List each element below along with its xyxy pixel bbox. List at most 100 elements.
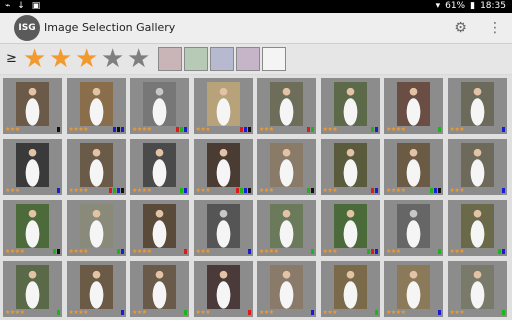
thumbnail-tile[interactable]: ★★★ — [320, 200, 380, 256]
thumbnail-rating: ★★★★ — [132, 126, 152, 133]
color-filter-none[interactable] — [262, 47, 286, 71]
rating-star-5[interactable]: ★ — [127, 46, 150, 72]
rating-star-2[interactable]: ★ — [49, 46, 72, 72]
thumbnail-color-tags — [247, 310, 251, 315]
thumbnail-rating: ★★★ — [195, 126, 211, 133]
thumbnail-grid: ★★★ ★★★★ ★★★★ ★★★ ★★★ ★★★ ★★★★ ★★★ ★★★ ★★★★ ★★★★ ★★… — [0, 75, 512, 320]
thumbnail-tile[interactable]: ★★★★ — [384, 261, 443, 317]
thumbnail-image — [16, 204, 49, 248]
thumbnail-image — [206, 265, 240, 309]
color-filter-purple[interactable] — [236, 47, 260, 71]
color-tag — [108, 188, 112, 193]
thumbnail-rating: ★★★★ — [132, 248, 152, 255]
thumbnail-tile[interactable]: ★★★★ — [3, 261, 62, 317]
thumbnail-rating: ★★★ — [322, 126, 338, 133]
thumbnail-color-tags — [53, 249, 60, 254]
rating-star-4[interactable]: ★ — [101, 46, 124, 72]
thumbnail-tile[interactable]: ★★★★ — [66, 78, 126, 134]
thumbnail-color-tags — [307, 188, 314, 193]
thumbnail-tile[interactable]: ★★★★ — [384, 78, 443, 134]
thumbnail-tile[interactable]: ★★★ — [257, 139, 316, 195]
thumbnail-tile[interactable]: ★★★ — [447, 261, 507, 317]
wifi-icon: ▾ — [435, 1, 441, 11]
thumbnail-color-tags — [438, 310, 441, 315]
color-tag — [497, 249, 501, 254]
thumbnail-tile[interactable]: ★★★★ — [384, 139, 443, 195]
color-tag — [53, 249, 56, 254]
thumbnail-tile[interactable]: ★★★★ — [66, 261, 126, 317]
thumbnail-image — [333, 204, 367, 248]
thumbnail-image — [79, 143, 113, 187]
thumbnail-color-tags — [501, 310, 505, 315]
thumbnail-rating: ★★★★ — [5, 248, 25, 255]
thumbnail-tile[interactable]: ★★★ — [320, 139, 380, 195]
thumbnail-tile[interactable]: ★★★ — [193, 139, 253, 195]
thumbnail-tile[interactable]: ★★★ — [3, 78, 62, 134]
color-tag — [370, 249, 374, 254]
settings-icon[interactable]: ⚙ — [453, 21, 468, 36]
color-tag — [366, 249, 370, 254]
thumbnail-color-tags — [235, 188, 251, 193]
thumbnail-tile[interactable]: ★★★ — [384, 200, 443, 256]
thumbnail-tile[interactable]: ★★★ — [130, 261, 189, 317]
thumbnail-rating: ★★★ — [195, 309, 211, 316]
rating-comparator[interactable]: ≥ — [6, 51, 17, 66]
thumbnail-tile[interactable]: ★★★★ — [66, 139, 126, 195]
thumbnail-color-tags — [501, 188, 505, 193]
thumbnail-rating: ★★★★ — [5, 309, 25, 316]
thumbnail-tile[interactable]: ★★★★ — [130, 78, 189, 134]
thumbnail-tile[interactable]: ★★★ — [447, 139, 507, 195]
thumbnail-rating: ★★★★ — [68, 126, 89, 133]
color-tag — [116, 249, 120, 254]
thumbnail-rating: ★★★★ — [259, 248, 279, 255]
thumbnail-tile[interactable]: ★★★★ — [130, 139, 189, 195]
thumbnail-tile[interactable]: ★★★ — [257, 261, 316, 317]
thumbnail-color-tags — [184, 310, 187, 315]
status-left-icons: ⌁ ↓ ▣ — [5, 0, 42, 13]
color-tag — [57, 127, 60, 132]
color-filter-green[interactable] — [184, 47, 208, 71]
thumbnail-image — [397, 265, 430, 309]
rating-star-3[interactable]: ★ — [75, 46, 98, 72]
thumbnail-tile[interactable]: ★★★★ — [66, 200, 126, 256]
thumbnail-image — [143, 82, 176, 126]
thumbnail-color-tags — [120, 310, 124, 315]
thumbnail-tile[interactable]: ★★★ — [3, 139, 62, 195]
thumbnail-tile[interactable]: ★★★ — [193, 200, 253, 256]
color-tag — [120, 249, 124, 254]
app-logo: ISG — [14, 15, 40, 41]
color-filter-blue[interactable] — [210, 47, 234, 71]
color-tag — [501, 310, 505, 315]
overflow-menu-icon[interactable]: ⋮ — [488, 21, 502, 36]
thumbnail-color-tags — [176, 127, 187, 132]
thumbnail-image — [397, 82, 430, 126]
color-tag — [184, 249, 187, 254]
thumbnail-color-tags — [247, 249, 251, 254]
color-tag — [57, 310, 60, 315]
color-tag — [501, 249, 505, 254]
thumbnail-rating: ★★★★ — [386, 126, 406, 133]
thumbnail-rating: ★★★ — [322, 309, 338, 316]
rating-star-1[interactable]: ★ — [23, 46, 46, 72]
thumbnail-rating: ★★★★ — [132, 187, 152, 194]
color-tag — [176, 127, 179, 132]
thumbnail-tile[interactable]: ★★★ — [447, 78, 507, 134]
thumbnail-image — [79, 204, 113, 248]
color-filter-red[interactable] — [158, 47, 182, 71]
thumbnail-tile[interactable]: ★★★ — [193, 261, 253, 317]
thumbnail-tile[interactable]: ★★★ — [447, 200, 507, 256]
thumbnail-tile[interactable]: ★★★★ — [130, 200, 189, 256]
status-bar: ⌁ ↓ ▣ ▾ 61% ▮ 18:35 — [0, 0, 512, 13]
thumbnail-tile[interactable]: ★★★★ — [257, 200, 316, 256]
thumbnail-tile[interactable]: ★★★ — [193, 78, 253, 134]
thumbnail-image — [270, 82, 303, 126]
thumbnail-color-tags — [438, 127, 441, 132]
color-tag — [247, 249, 251, 254]
color-tag — [311, 249, 314, 254]
color-tag — [374, 188, 378, 193]
thumbnail-tile[interactable]: ★★★★ — [3, 200, 62, 256]
thumbnail-tile[interactable]: ★★★ — [320, 261, 380, 317]
thumbnail-tile[interactable]: ★★★ — [320, 78, 380, 134]
color-tag — [438, 188, 441, 193]
thumbnail-tile[interactable]: ★★★ — [257, 78, 316, 134]
